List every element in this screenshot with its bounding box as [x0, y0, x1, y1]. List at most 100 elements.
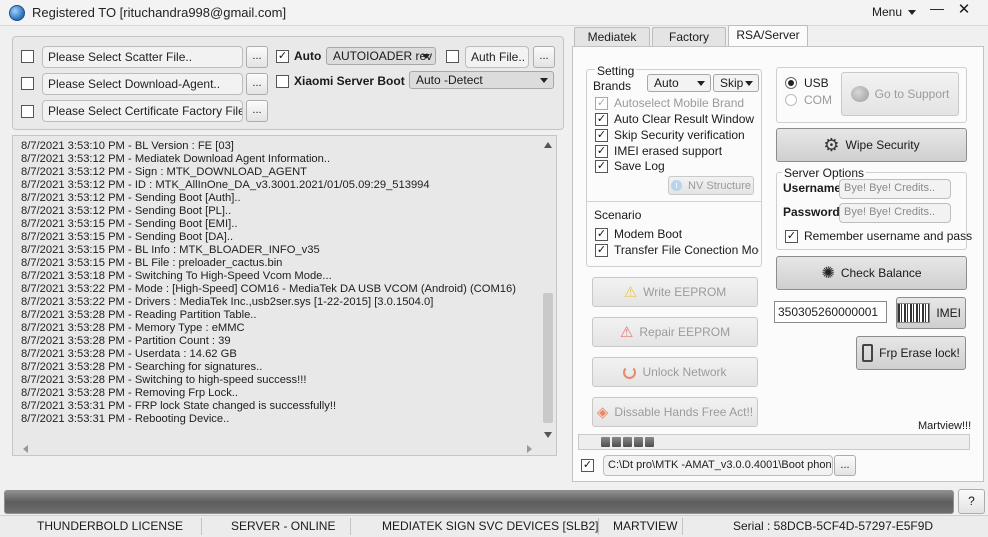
log-line: 8/7/2021 3:53:28 PM - Partition Count : … — [21, 335, 231, 347]
status-bar: THUNDERBOLD LICENSE SERVER - ONLINE MEDI… — [0, 515, 988, 537]
tab-factory[interactable]: Factory — [652, 27, 726, 47]
auth-file-checkbox[interactable] — [446, 50, 459, 63]
status-serial: Serial : 58DCB-5CF4D-57297-E5F9D — [733, 519, 934, 533]
scatter-browse-button[interactable]: ... — [246, 46, 268, 68]
unlock-network-label: Unlock Network — [642, 365, 727, 379]
tab-rsa-server[interactable]: RSA/Server — [728, 25, 808, 47]
log-line: 8/7/2021 3:53:28 PM - Memory Type : eMMC — [21, 322, 245, 334]
log-line: 8/7/2021 3:53:22 PM - Drivers : MediaTek… — [21, 296, 434, 308]
skip-security-checkbox[interactable]: ✓ — [595, 129, 608, 142]
imei-erased-label: IMEI erased support — [614, 144, 723, 158]
auto-checkbox[interactable]: ✓ — [276, 50, 289, 63]
disable-hands-free-button[interactable]: ◈ Dissable Hands Free Act!! — [592, 397, 758, 427]
log-vertical-scrollbar[interactable] — [542, 140, 554, 442]
usb-radio[interactable] — [785, 77, 797, 89]
brands-label: Brands — [593, 79, 632, 93]
nv-structure-label: NV Structure — [688, 179, 751, 192]
log-line: 8/7/2021 3:53:28 PM - Userdata : 14.62 G… — [21, 348, 237, 360]
scroll-down-icon[interactable] — [544, 432, 552, 438]
brand-combo[interactable]: Auto — [647, 74, 711, 92]
write-eeprom-button[interactable]: ⚠ Write EEPROM — [592, 277, 758, 307]
transfer-file-checkbox[interactable]: ✓ — [595, 244, 608, 257]
imei-erased-checkbox[interactable]: ✓ — [595, 145, 608, 158]
certificate-checkbox[interactable] — [21, 105, 34, 118]
skip-combo[interactable]: Skip — [713, 74, 759, 92]
usb-label: USB — [804, 76, 829, 90]
status-separator — [201, 518, 202, 535]
log-line: 8/7/2021 3:53:15 PM - Sending Boot [DA].… — [21, 231, 234, 243]
check-balance-button[interactable]: ✺ Check Balance — [776, 256, 967, 290]
coin-icon: ✺ — [821, 265, 835, 282]
log-line: 8/7/2021 3:53:15 PM - Sending Boot [EMI]… — [21, 218, 238, 230]
save-log-checkbox[interactable]: ✓ — [595, 160, 608, 173]
status-separator — [682, 518, 683, 535]
password-input[interactable]: Bye! Bye! Credits.. — [839, 203, 951, 223]
progress-segment — [645, 437, 654, 447]
certificate-file-field[interactable]: Please Select Certificate Factory File.. — [42, 100, 243, 122]
disable-hands-free-label: Dissable Hands Free Act!! — [614, 405, 754, 419]
scatter-file-field[interactable]: Please Select Scatter File.. — [42, 46, 243, 68]
status-server: SERVER - ONLINE — [231, 519, 336, 533]
log-line: 8/7/2021 3:53:15 PM - BL File : preloade… — [21, 257, 283, 269]
auto-clear-label: Auto Clear Result Window — [614, 112, 755, 126]
caret-down-icon — [908, 10, 917, 16]
main-progress-bar — [4, 490, 954, 514]
phone-icon — [862, 344, 874, 362]
auth-browse-button[interactable]: ... — [533, 46, 555, 68]
status-separator — [598, 518, 599, 535]
status-separator — [350, 518, 351, 535]
auth-file-field[interactable]: Auth File.. — [465, 46, 529, 68]
frp-erase-button[interactable]: Frp Erase lock! — [856, 336, 966, 370]
progress-segment — [634, 437, 643, 447]
xiaomi-detect-combo[interactable]: Auto -Detect — [409, 71, 554, 89]
modem-boot-label: Modem Boot — [614, 227, 683, 241]
unlock-network-button[interactable]: Unlock Network — [592, 357, 758, 387]
save-log-label: Save Log — [614, 159, 665, 173]
scroll-right-icon[interactable] — [527, 445, 532, 453]
log-horizontal-scrollbar[interactable] — [13, 442, 541, 455]
download-agent-field[interactable]: Please Select Download-Agent.. — [42, 73, 243, 95]
menu-button[interactable]: Menu — [872, 5, 917, 19]
minimize-button[interactable]: — — [930, 0, 944, 16]
scroll-thumb[interactable] — [543, 293, 553, 423]
com-radio[interactable] — [785, 94, 797, 106]
remember-label: Remember username and pass — [804, 229, 973, 243]
scatter-checkbox[interactable] — [21, 50, 34, 63]
scroll-up-icon[interactable] — [544, 142, 552, 148]
close-icon[interactable]: ✕ — [955, 0, 973, 18]
warning-icon: ⚠ — [623, 284, 638, 301]
modem-boot-checkbox[interactable]: ✓ — [595, 228, 608, 241]
auto-clear-checkbox[interactable]: ✓ — [595, 113, 608, 126]
tab-mediatek[interactable]: Mediatek — [574, 27, 650, 47]
title-bar: Registered TO [rituchandra998@gmail.com]… — [0, 0, 988, 26]
boot-path-browse-button[interactable]: ... — [834, 455, 856, 476]
log-output[interactable]: 8/7/2021 3:53:10 PM - BL Version : FE [0… — [12, 135, 557, 456]
imei-button-label: IMEI — [936, 306, 961, 320]
imei-button[interactable]: IMEI — [896, 297, 966, 329]
boot-path-checkbox[interactable]: ✓ — [581, 459, 594, 472]
username-input[interactable]: Bye! Bye! Credits.. — [839, 179, 951, 199]
log-line: 8/7/2021 3:53:12 PM - Sending Boot [PL].… — [21, 205, 232, 217]
chevron-down-icon — [540, 78, 548, 83]
download-agent-checkbox[interactable] — [21, 77, 34, 90]
status-martview: MARTVIEW — [613, 519, 678, 533]
download-agent-browse-button[interactable]: ... — [246, 73, 268, 95]
scroll-left-icon[interactable] — [23, 445, 28, 453]
auto-loader-value: AUTOIOADER rev — [333, 49, 433, 63]
boot-path-field[interactable]: C:\Dt pro\MTK -AMAT_v3.0.0.4001\Boot pho… — [603, 455, 833, 476]
xiaomi-boot-checkbox[interactable] — [276, 75, 289, 88]
auto-loader-combo[interactable]: AUTOIOADER rev — [326, 47, 436, 65]
server-options-title: Server Options — [782, 166, 867, 180]
imei-input[interactable]: 350305260000001 — [774, 301, 887, 323]
repair-eeprom-button[interactable]: ⚠ Repair EEPROM — [592, 317, 758, 347]
progress-segment — [612, 437, 621, 447]
certificate-browse-button[interactable]: ... — [246, 100, 268, 122]
log-line: 8/7/2021 3:53:18 PM - Switching To High-… — [21, 270, 332, 282]
wipe-security-button[interactable]: ⚙ Wipe Security — [776, 128, 967, 162]
go-to-support-button[interactable]: Go to Support — [841, 72, 959, 116]
autoselect-brand-checkbox: ✓ — [595, 97, 608, 110]
scenario-label: Scenario — [594, 208, 642, 222]
help-button[interactable]: ? — [958, 489, 985, 514]
remember-checkbox[interactable]: ✓ — [785, 230, 798, 243]
chevron-down-icon — [745, 81, 753, 86]
